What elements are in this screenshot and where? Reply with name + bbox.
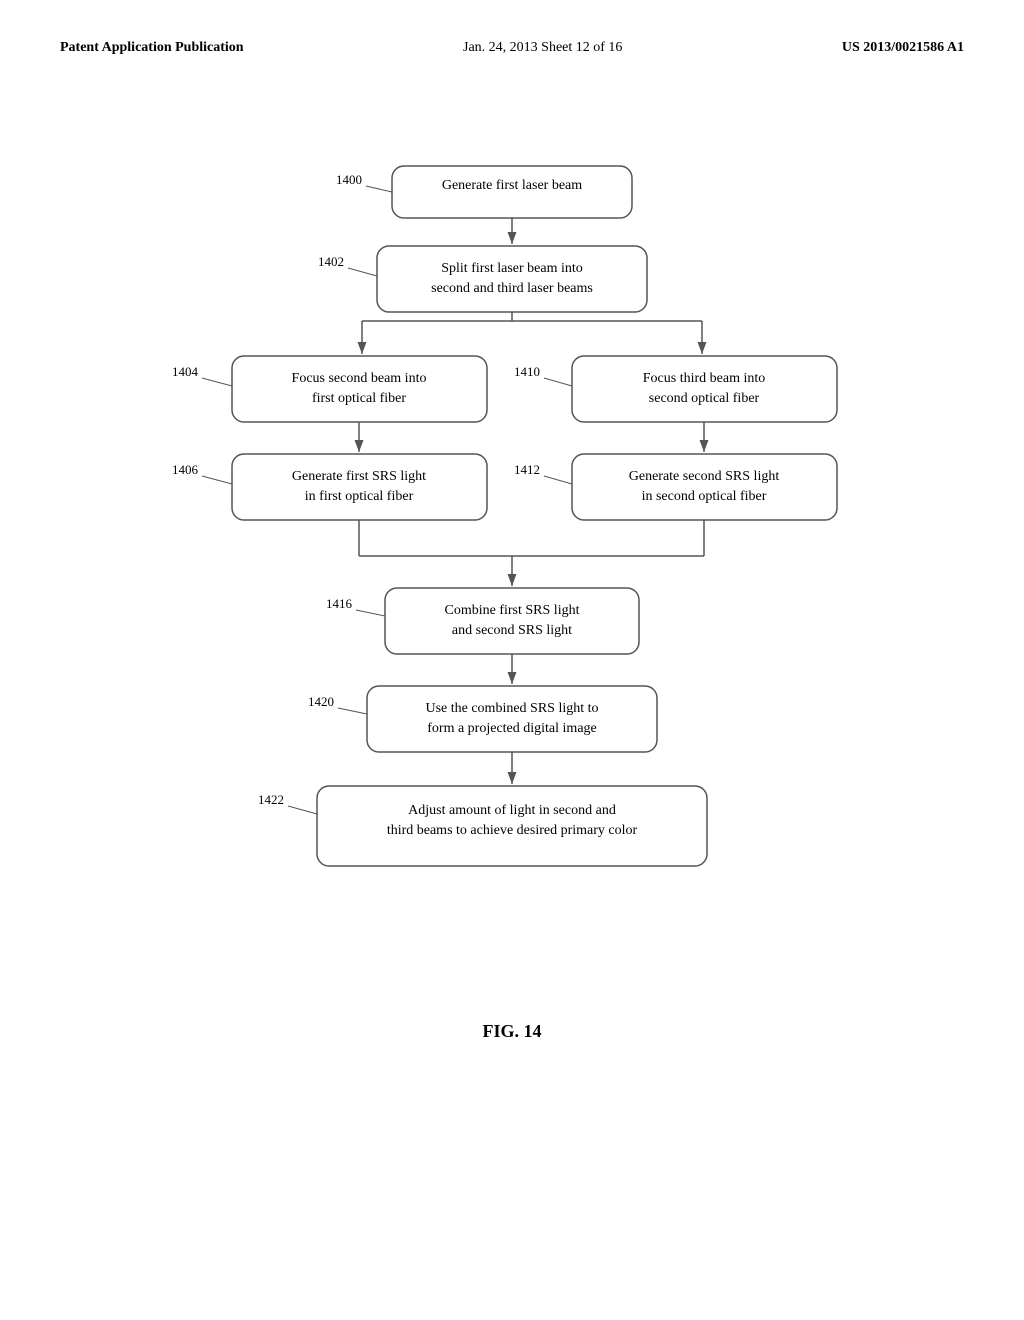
header-left: Patent Application Publication [60,40,244,56]
label-1416: 1416 [326,596,353,611]
diagram-area: Generate first laser beam 1400 Split fir… [60,116,964,1042]
label-1410: 1410 [514,364,540,379]
node-1420-line2: form a projected digital image [427,721,597,736]
node-1412-line2: in second optical fiber [642,489,767,504]
page: Patent Application Publication Jan. 24, … [0,0,1024,1320]
node-1406-line1: Generate first SRS light [292,469,426,484]
page-header: Patent Application Publication Jan. 24, … [60,40,964,56]
label-1406: 1406 [172,462,199,477]
flowchart-svg: Generate first laser beam 1400 Split fir… [122,136,902,956]
node-1422-line1: Adjust amount of light in second and [408,803,616,818]
node-1406-line2: in first optical fiber [305,489,414,504]
header-center: Jan. 24, 2013 Sheet 12 of 16 [463,40,622,56]
node-1422-line2: third beams to achieve desired primary c… [387,823,638,838]
label-1412: 1412 [514,462,540,477]
header-right: US 2013/0021586 A1 [842,40,964,56]
node-1412-line1: Generate second SRS light [629,469,780,484]
node-1400-text: Generate first laser beam [442,178,582,193]
node-1410-line1: Focus third beam into [643,371,766,386]
node-1410-line2: second optical fiber [649,391,760,406]
node-1402-line1: Split first laser beam into [441,261,583,276]
node-1420-line1: Use the combined SRS light to [425,701,598,716]
node-1402-line2: second and third laser beams [431,281,593,296]
figure-caption: FIG. 14 [482,1021,541,1042]
node-1416-line1: Combine first SRS light [445,603,580,618]
label-1400: 1400 [336,172,362,187]
label-1420: 1420 [308,694,334,709]
label-1422: 1422 [258,792,284,807]
node-1416-line2: and second SRS light [452,623,572,638]
diagram-container: Generate first laser beam 1400 Split fir… [122,136,902,961]
node-1404-line2: first optical fiber [312,391,406,406]
label-1402: 1402 [318,254,344,269]
label-1404: 1404 [172,364,199,379]
node-1404-line1: Focus second beam into [292,371,427,386]
